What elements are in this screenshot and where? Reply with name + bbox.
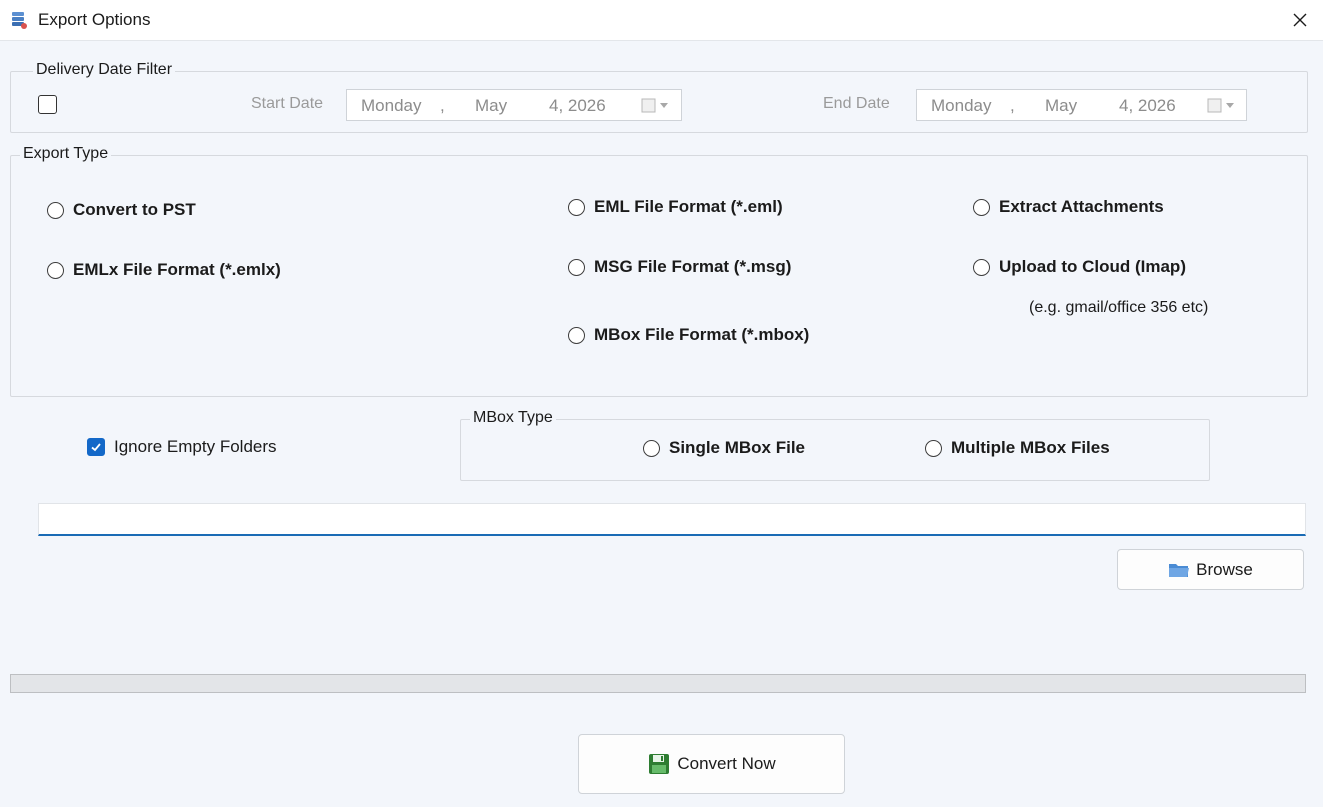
radio-circle[interactable] [47, 201, 64, 219]
delivery-date-filter-legend: Delivery Date Filter [33, 61, 176, 79]
end-date-sep: , [1010, 96, 1015, 115]
radio-circle[interactable] [47, 261, 64, 279]
end-date-weekday: Monday [931, 96, 992, 115]
radio-emlx-format[interactable]: EMLx File Format (*.emlx) [47, 260, 281, 280]
radio-circle[interactable] [568, 326, 585, 344]
mbox-type-legend: MBox Type [470, 409, 556, 427]
radio-label: Multiple MBox Files [951, 438, 1110, 457]
radio-circle[interactable] [973, 198, 990, 216]
radio-convert-to-pst[interactable]: Convert to PST [47, 200, 196, 220]
ignore-empty-folders-label: Ignore Empty Folders [114, 437, 277, 456]
close-button[interactable] [1277, 0, 1323, 40]
radio-mbox-format[interactable]: MBox File Format (*.mbox) [568, 325, 809, 345]
convert-now-label: Convert Now [677, 754, 776, 773]
close-icon [1293, 13, 1307, 27]
convert-now-button[interactable]: Convert Now [578, 734, 845, 794]
start-date-month: May [475, 96, 508, 115]
ignore-empty-folders-checkbox[interactable] [87, 438, 105, 456]
radio-msg-format[interactable]: MSG File Format (*.msg) [568, 257, 791, 277]
progress-bar [10, 674, 1306, 693]
radio-circle[interactable] [568, 198, 585, 216]
start-date-weekday: Monday [361, 96, 422, 115]
radio-label: Convert to PST [73, 200, 196, 219]
radio-circle[interactable] [925, 439, 942, 457]
start-date-sep: , [440, 96, 445, 115]
window-title: Export Options [38, 10, 151, 29]
radio-label: Upload to Cloud (Imap) [999, 257, 1186, 276]
end-date-label: End Date [823, 95, 890, 112]
calendar-dropdown-icon [1207, 98, 1234, 113]
calendar-dropdown-icon [641, 98, 668, 113]
end-date-month: May [1045, 96, 1078, 115]
radio-circle[interactable] [568, 258, 585, 276]
title-bar: Export Options [0, 0, 1323, 41]
radio-label: EMLx File Format (*.emlx) [73, 260, 281, 279]
end-date-picker[interactable]: Monday , May 4, 2026 [916, 89, 1247, 121]
radio-label: MSG File Format (*.msg) [594, 257, 792, 276]
radio-label: EML File Format (*.eml) [594, 197, 783, 216]
start-date-label: Start Date [251, 95, 324, 112]
radio-eml-format[interactable]: EML File Format (*.eml) [568, 197, 783, 217]
radio-circle[interactable] [643, 439, 660, 457]
save-disk-icon [649, 754, 670, 774]
radio-label: MBox File Format (*.mbox) [594, 325, 810, 344]
start-date-day-year: 4, 2026 [549, 96, 606, 115]
radio-label: Extract Attachments [999, 197, 1164, 216]
cloud-hint: (e.g. gmail/office 356 etc) [1029, 299, 1209, 316]
end-date-day-year: 4, 2026 [1119, 96, 1176, 115]
radio-upload-to-cloud[interactable]: Upload to Cloud (Imap) [973, 257, 1186, 277]
checkmark-icon [91, 443, 101, 452]
radio-extract-attachments[interactable]: Extract Attachments [973, 197, 1164, 217]
folder-icon [1169, 563, 1190, 577]
radio-circle[interactable] [973, 258, 990, 276]
radio-label: Single MBox File [669, 438, 806, 457]
browse-button[interactable]: Browse [1117, 549, 1304, 590]
export-type-legend: Export Type [20, 145, 112, 163]
destination-path-input[interactable] [38, 503, 1306, 536]
radio-single-mbox[interactable]: Single MBox File [643, 438, 805, 458]
browse-button-label: Browse [1196, 559, 1253, 579]
date-filter-checkbox[interactable] [38, 95, 57, 114]
start-date-picker[interactable]: Monday , May 4, 2026 [346, 89, 682, 121]
radio-multiple-mbox[interactable]: Multiple MBox Files [925, 438, 1110, 458]
app-icon [12, 12, 27, 29]
